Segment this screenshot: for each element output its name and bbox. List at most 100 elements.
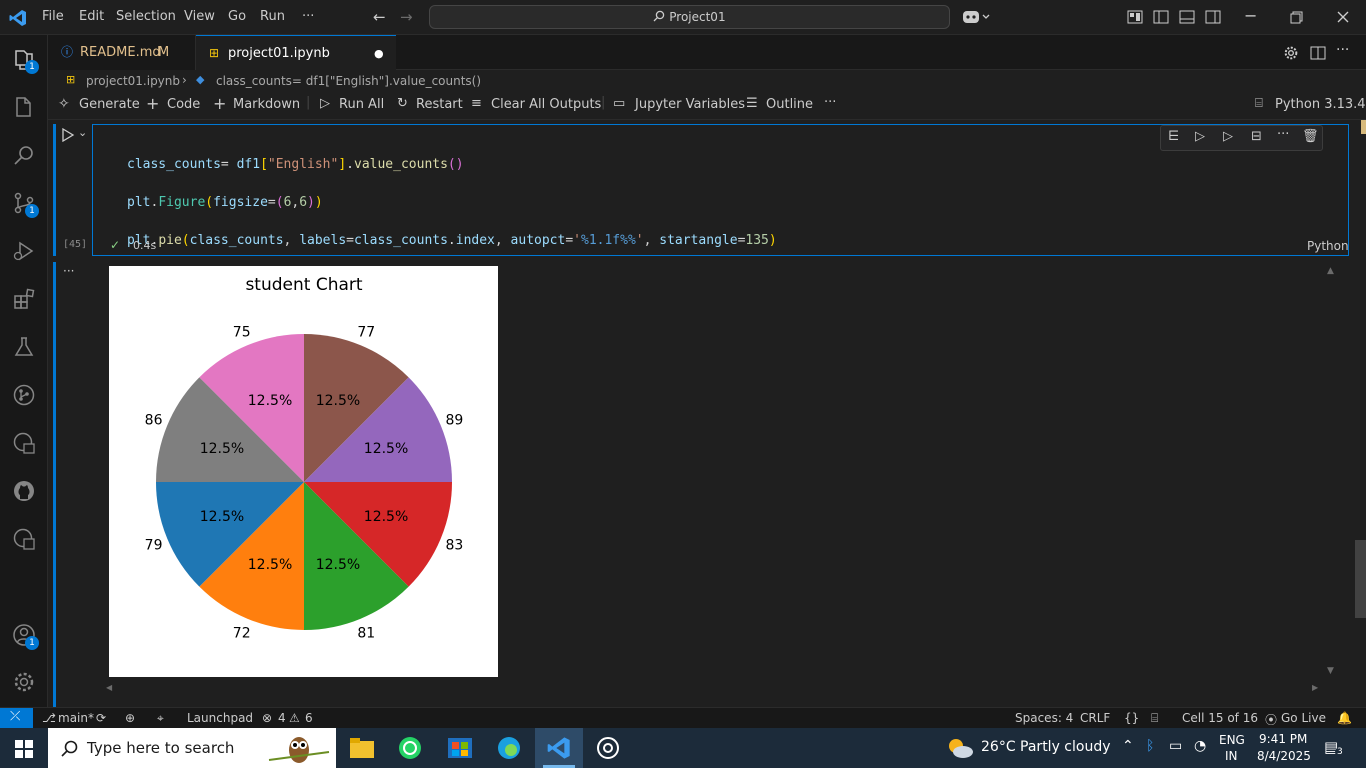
delete-cell-icon[interactable]: 🗑 [1302, 129, 1319, 144]
remote-containers-icon[interactable] [12, 527, 36, 551]
tab-project01[interactable]: ⊞ project01.ipynb ● [196, 35, 396, 70]
cell-position[interactable]: Cell 15 of 16 [1182, 711, 1258, 725]
outline-button[interactable]: Outline [766, 97, 813, 112]
language-region[interactable]: IN [1225, 749, 1238, 763]
graph-icon[interactable]: ⊕ [125, 711, 135, 725]
warning-count[interactable]: 6 [305, 711, 313, 725]
clock-time[interactable]: 9:41 PM [1259, 732, 1307, 746]
menu-view[interactable]: View [184, 9, 215, 24]
pie-pct-81: 12.5% [316, 557, 360, 573]
close-icon[interactable] [1337, 11, 1349, 23]
scroll-right-icon[interactable]: ▶ [1312, 683, 1318, 692]
split-cell-icon[interactable]: ⊟ [1251, 129, 1262, 144]
vscode-logo-icon [9, 10, 26, 26]
notebook-settings-icon[interactable] [1283, 45, 1299, 61]
jupyter-variables-button[interactable]: Jupyter Variables [635, 97, 745, 112]
notifications-bell-icon[interactable]: 🔔 [1337, 711, 1352, 725]
whatsapp-icon[interactable] [398, 736, 422, 760]
error-count[interactable]: 4 [278, 711, 286, 725]
menu-go[interactable]: Go [228, 9, 246, 24]
menu-selection[interactable]: Selection [116, 9, 176, 24]
split-editor-icon[interactable] [1310, 45, 1326, 61]
edge-browser-icon[interactable] [497, 736, 521, 760]
remote-explorer-icon[interactable] [12, 431, 36, 455]
language-braces[interactable]: {} [1124, 711, 1139, 725]
toggle-sidebar-icon[interactable] [1153, 10, 1169, 24]
customize-layout-icon[interactable] [1127, 10, 1143, 24]
breadcrumb-symbol[interactable]: class_counts= df1["English"].value_count… [216, 74, 481, 88]
windows-start-icon[interactable] [15, 740, 33, 758]
add-markdown-button[interactable]: Markdown [233, 97, 300, 112]
breadcrumb-file[interactable]: project01.ipynb [86, 74, 180, 88]
tab-readme[interactable]: ⓘ README.md M [48, 35, 196, 70]
editor-more-icon[interactable]: ··· [1336, 42, 1349, 58]
restart-button[interactable]: Restart [416, 97, 463, 112]
kernel-picker[interactable]: Python 3.13.4 [1275, 97, 1366, 112]
menu-more[interactable]: ··· [302, 9, 314, 24]
scroll-down-icon[interactable]: ▼ [1327, 666, 1334, 676]
execute-below-icon[interactable]: ▷ [1195, 129, 1205, 144]
add-code-button[interactable]: Code [167, 97, 200, 112]
run-all-button[interactable]: Run All [339, 97, 384, 112]
cell-language[interactable]: Python [1307, 239, 1349, 253]
toggle-panel-icon[interactable] [1179, 10, 1195, 24]
go-live-button[interactable]: Go Live [1281, 711, 1326, 725]
copilot-status-icon[interactable]: ⌸ [1151, 711, 1158, 726]
forward-arrow-icon[interactable]: → [400, 8, 413, 26]
file-explorer-icon[interactable] [350, 738, 374, 758]
run-options-chevron-icon[interactable]: ⌄ [78, 126, 87, 139]
scroll-left-icon[interactable]: ◀ [106, 683, 112, 692]
store-app-icon[interactable] [448, 736, 472, 760]
extensions-icon[interactable] [12, 287, 36, 311]
chart-title: student Chart [245, 275, 362, 295]
search-sidebar-icon[interactable] [12, 143, 36, 167]
execute-cell-and-below-icon[interactable]: ▷ [1223, 129, 1233, 144]
scroll-up-icon[interactable]: ▲ [1327, 266, 1334, 276]
github-icon[interactable] [12, 479, 36, 503]
menu-run[interactable]: Run [260, 9, 285, 24]
taskbar-search-box[interactable]: Type here to search [48, 728, 336, 768]
pie-pct-79: 12.5% [200, 509, 244, 525]
run-above-icon[interactable]: ⋿ [1168, 129, 1179, 144]
vscode-taskbar-active[interactable] [535, 728, 583, 768]
language-code[interactable]: ENG [1219, 733, 1245, 747]
copilot-icon[interactable] [962, 9, 992, 25]
taskbar-search-icon [61, 740, 78, 757]
branch-name[interactable]: main* [58, 711, 94, 725]
tab-readme-label: README.md [80, 45, 161, 60]
output-more-icon[interactable]: ··· [63, 264, 74, 278]
output-focus-indicator [53, 262, 56, 707]
chatgpt-icon[interactable] [596, 736, 620, 760]
clock-date[interactable]: 8/4/2025 [1257, 749, 1311, 763]
weather-text[interactable]: 26°C Partly cloudy [981, 739, 1111, 755]
battery-icon[interactable]: ▭ [1169, 738, 1182, 754]
bluetooth-icon[interactable]: ᛒ [1146, 738, 1154, 754]
menu-file[interactable]: File [42, 9, 64, 24]
restore-icon[interactable] [1290, 11, 1303, 24]
cell-more-icon[interactable]: ··· [1277, 127, 1289, 142]
show-hidden-icons-chevron-icon[interactable]: ⌃ [1122, 738, 1134, 754]
run-debug-icon[interactable] [12, 239, 36, 263]
remote-button[interactable]: ⤫ [0, 708, 33, 729]
testing-icon[interactable] [12, 335, 36, 359]
command-center-search[interactable]: Project01 [429, 5, 950, 29]
files-icon[interactable] [12, 95, 36, 119]
launchpad-button[interactable]: Launchpad [187, 711, 253, 725]
wifi-icon[interactable]: ◔ [1194, 738, 1206, 754]
menu-edit[interactable]: Edit [79, 9, 104, 24]
generate-button[interactable]: Generate [79, 97, 140, 112]
minimize-icon[interactable]: − [1244, 6, 1257, 25]
clear-all-outputs-button[interactable]: Clear All Outputs [491, 97, 601, 112]
search-text: Project01 [669, 10, 726, 24]
toggle-secondary-sidebar-icon[interactable] [1205, 10, 1221, 24]
back-arrow-icon[interactable]: ← [373, 8, 386, 26]
indentation[interactable]: Spaces: 4 [1015, 711, 1073, 725]
unsaved-dot-icon[interactable]: ● [374, 36, 384, 71]
vertical-scrollbar[interactable] [1355, 540, 1366, 618]
settings-gear-icon[interactable] [12, 670, 36, 694]
run-cell-icon[interactable] [61, 128, 75, 142]
git-graph-icon[interactable] [12, 383, 36, 407]
toolbar-more-button[interactable]: ··· [824, 95, 836, 110]
sync-icon[interactable]: ⟳ [96, 711, 106, 725]
line-ending[interactable]: CRLF [1080, 711, 1110, 725]
